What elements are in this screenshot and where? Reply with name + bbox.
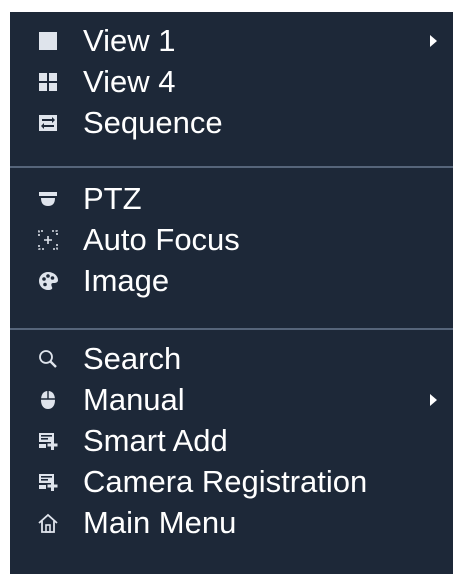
home-icon (38, 513, 58, 533)
menu-item-search[interactable]: Search (10, 339, 453, 379)
menu-item-label: Camera Registration (83, 464, 368, 499)
sequence-icon (39, 115, 57, 131)
single-view-icon (39, 32, 57, 50)
menu-item-label: View 1 (83, 23, 176, 58)
menu-item-label: Search (83, 341, 182, 376)
menu-item-view-4[interactable]: View 4 (10, 62, 453, 102)
submenu-arrow-icon (430, 394, 437, 406)
menu-item-label: PTZ (83, 181, 142, 216)
menu-item-main-menu[interactable]: Main Menu (10, 503, 453, 543)
focus-icon (38, 230, 58, 250)
submenu-arrow-icon (430, 35, 437, 47)
menu-item-camera-registration[interactable]: Camera Registration (10, 462, 453, 502)
menu-divider (10, 166, 453, 168)
menu-item-label: Auto Focus (83, 222, 240, 257)
ptz-camera-icon (39, 192, 57, 206)
menu-item-label: Sequence (83, 105, 223, 140)
menu-item-label: Main Menu (83, 505, 237, 540)
add-device-icon (39, 433, 58, 450)
menu-item-view-1[interactable]: View 1 (10, 21, 453, 61)
menu-item-ptz[interactable]: PTZ (10, 179, 453, 219)
palette-icon (39, 272, 58, 290)
menu-item-label: Image (83, 263, 170, 298)
menu-item-label: View 4 (83, 64, 176, 99)
menu-item-smart-add[interactable]: Smart Add (10, 421, 453, 461)
menu-item-label: Manual (83, 382, 185, 417)
menu-item-image[interactable]: Image (10, 261, 453, 301)
menu-item-manual[interactable]: Manual (10, 380, 453, 420)
search-icon (39, 350, 57, 368)
menu-item-label: Smart Add (83, 423, 228, 458)
camera-registration-icon (39, 474, 58, 491)
menu-item-sequence[interactable]: Sequence (10, 103, 453, 143)
menu-item-auto-focus[interactable]: Auto Focus (10, 220, 453, 260)
quad-view-icon (39, 73, 57, 91)
menu-divider (10, 328, 453, 330)
context-menu: View 1 View 4 Sequence PTZ Auto Focus Im… (10, 12, 453, 574)
mouse-icon (41, 391, 55, 409)
